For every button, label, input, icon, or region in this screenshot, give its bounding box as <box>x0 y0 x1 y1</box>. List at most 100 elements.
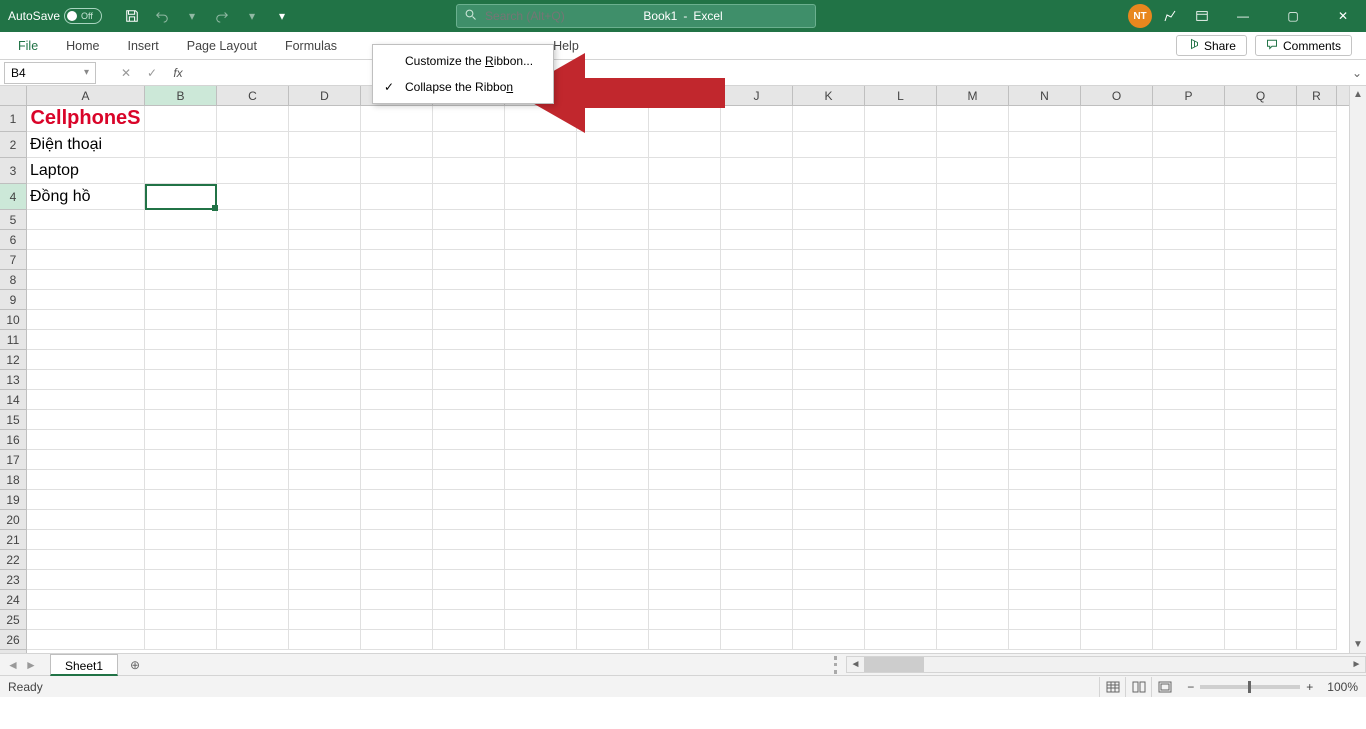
row-header-3[interactable]: 3 <box>0 158 26 184</box>
zoom-in-icon[interactable]: + <box>1306 680 1313 694</box>
cell-H12[interactable] <box>577 350 649 370</box>
cell-O22[interactable] <box>1081 550 1153 570</box>
cell-E9[interactable] <box>361 290 433 310</box>
cell-D15[interactable] <box>289 410 361 430</box>
cell-G22[interactable] <box>505 550 577 570</box>
cell-C8[interactable] <box>217 270 289 290</box>
cell-N24[interactable] <box>1009 590 1081 610</box>
cell-C26[interactable] <box>217 630 289 650</box>
sheet-nav-prev-icon[interactable]: ◄ <box>4 658 22 672</box>
cell-M4[interactable] <box>937 184 1009 210</box>
cell-F7[interactable] <box>433 250 505 270</box>
cell-J4[interactable] <box>721 184 793 210</box>
cell-I17[interactable] <box>649 450 721 470</box>
cell-L24[interactable] <box>865 590 937 610</box>
redo-icon[interactable] <box>208 2 236 30</box>
cell-R23[interactable] <box>1297 570 1337 590</box>
cell-Q13[interactable] <box>1225 370 1297 390</box>
col-header-C[interactable]: C <box>217 86 289 105</box>
cell-I12[interactable] <box>649 350 721 370</box>
cell-Q14[interactable] <box>1225 390 1297 410</box>
cell-J19[interactable] <box>721 490 793 510</box>
cell-B15[interactable] <box>145 410 217 430</box>
cell-I18[interactable] <box>649 470 721 490</box>
undo-dropdown-icon[interactable]: ▾ <box>178 2 206 30</box>
cell-P11[interactable] <box>1153 330 1225 350</box>
col-header-P[interactable]: P <box>1153 86 1225 105</box>
cell-M23[interactable] <box>937 570 1009 590</box>
cell-K20[interactable] <box>793 510 865 530</box>
cell-P2[interactable] <box>1153 132 1225 158</box>
cell-B9[interactable] <box>145 290 217 310</box>
cell-C1[interactable] <box>217 106 289 132</box>
row-header-11[interactable]: 11 <box>0 330 26 350</box>
cell-D4[interactable] <box>289 184 361 210</box>
cell-H13[interactable] <box>577 370 649 390</box>
cell-O23[interactable] <box>1081 570 1153 590</box>
cell-R4[interactable] <box>1297 184 1337 210</box>
cell-P17[interactable] <box>1153 450 1225 470</box>
cell-H9[interactable] <box>577 290 649 310</box>
cell-C15[interactable] <box>217 410 289 430</box>
cell-J5[interactable] <box>721 210 793 230</box>
cell-C18[interactable] <box>217 470 289 490</box>
cell-C12[interactable] <box>217 350 289 370</box>
cell-F12[interactable] <box>433 350 505 370</box>
cell-O6[interactable] <box>1081 230 1153 250</box>
cell-J16[interactable] <box>721 430 793 450</box>
cell-R25[interactable] <box>1297 610 1337 630</box>
cell-D3[interactable] <box>289 158 361 184</box>
cell-L2[interactable] <box>865 132 937 158</box>
cell-R3[interactable] <box>1297 158 1337 184</box>
cell-R17[interactable] <box>1297 450 1337 470</box>
cell-Q22[interactable] <box>1225 550 1297 570</box>
cell-B12[interactable] <box>145 350 217 370</box>
cell-H11[interactable] <box>577 330 649 350</box>
vertical-scrollbar[interactable]: ▲ ▼ <box>1349 86 1366 653</box>
cell-G6[interactable] <box>505 230 577 250</box>
cell-G17[interactable] <box>505 450 577 470</box>
cell-J26[interactable] <box>721 630 793 650</box>
cancel-formula-icon[interactable]: ✕ <box>114 62 138 84</box>
row-header-16[interactable]: 16 <box>0 430 26 450</box>
cell-B14[interactable] <box>145 390 217 410</box>
cell-Q25[interactable] <box>1225 610 1297 630</box>
cell-K9[interactable] <box>793 290 865 310</box>
cell-J14[interactable] <box>721 390 793 410</box>
cell-E8[interactable] <box>361 270 433 290</box>
cell-M7[interactable] <box>937 250 1009 270</box>
cell-M25[interactable] <box>937 610 1009 630</box>
cell-K12[interactable] <box>793 350 865 370</box>
cell-E12[interactable] <box>361 350 433 370</box>
cell-J17[interactable] <box>721 450 793 470</box>
cell-P21[interactable] <box>1153 530 1225 550</box>
cell-R22[interactable] <box>1297 550 1337 570</box>
cell-O25[interactable] <box>1081 610 1153 630</box>
cell-K6[interactable] <box>793 230 865 250</box>
cell-J7[interactable] <box>721 250 793 270</box>
cell-A8[interactable] <box>27 270 145 290</box>
cell-B19[interactable] <box>145 490 217 510</box>
cell-M26[interactable] <box>937 630 1009 650</box>
cell-H6[interactable] <box>577 230 649 250</box>
zoom-value[interactable]: 100% <box>1327 680 1358 694</box>
cell-A13[interactable] <box>27 370 145 390</box>
cell-B6[interactable] <box>145 230 217 250</box>
row-header-4[interactable]: 4 <box>0 184 26 210</box>
cell-E22[interactable] <box>361 550 433 570</box>
cell-F24[interactable] <box>433 590 505 610</box>
cell-P5[interactable] <box>1153 210 1225 230</box>
cell-R13[interactable] <box>1297 370 1337 390</box>
cell-O19[interactable] <box>1081 490 1153 510</box>
user-avatar[interactable]: NT <box>1128 4 1152 28</box>
cell-L4[interactable] <box>865 184 937 210</box>
cell-J22[interactable] <box>721 550 793 570</box>
cell-H18[interactable] <box>577 470 649 490</box>
cell-G23[interactable] <box>505 570 577 590</box>
cell-M6[interactable] <box>937 230 1009 250</box>
cell-D1[interactable] <box>289 106 361 132</box>
col-header-Q[interactable]: Q <box>1225 86 1297 105</box>
cell-R14[interactable] <box>1297 390 1337 410</box>
cell-R9[interactable] <box>1297 290 1337 310</box>
cell-C14[interactable] <box>217 390 289 410</box>
